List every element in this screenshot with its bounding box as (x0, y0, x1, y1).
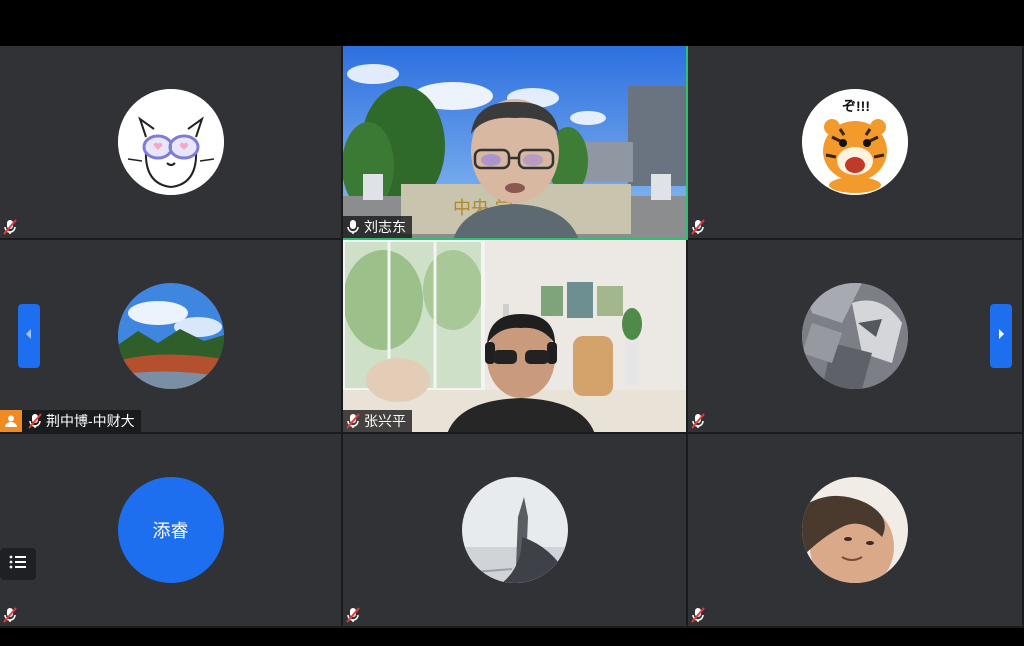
mic-muted-icon (345, 606, 361, 624)
nameplate: 张兴平 (343, 410, 412, 432)
participant-tile-5[interactable]: 张兴平 (343, 240, 688, 434)
participant-tile-2[interactable]: 中央 学 刘志东 (343, 46, 688, 240)
mic-muted-icon (690, 218, 706, 236)
next-page-button[interactable] (990, 304, 1012, 368)
participant-video (343, 240, 686, 432)
mic-muted-icon (690, 412, 706, 430)
misty-photo (461, 477, 568, 583)
mic-muted-icon (27, 412, 43, 430)
mic-on-icon (345, 218, 361, 236)
mic-muted-icon (2, 606, 18, 624)
anime-character-icon (802, 283, 908, 389)
participant-tile-1[interactable] (0, 46, 343, 240)
nameplate (0, 604, 24, 626)
nameplate: 荆中博-中财大 (0, 410, 141, 432)
participant-tile-3[interactable]: ぞ!!! (688, 46, 1024, 240)
nameplate (688, 410, 712, 432)
chevron-left-icon (24, 327, 34, 345)
text-avatar: 添睿 (117, 477, 224, 583)
participant-name: 荆中博-中财大 (46, 413, 135, 429)
landscape-photo (117, 283, 224, 389)
glasses-cat-icon (117, 89, 224, 195)
tiger-caption: ぞ!!! (842, 98, 870, 114)
mic-muted-icon (690, 606, 706, 624)
chevron-right-icon (996, 327, 1006, 345)
host-badge-icon (0, 410, 22, 432)
nameplate (0, 216, 24, 238)
participant-name: 刘志东 (364, 219, 406, 235)
participant-list-button[interactable] (0, 548, 36, 580)
nameplate (688, 216, 712, 238)
mic-muted-icon (2, 218, 18, 236)
nameplate: 刘志东 (343, 216, 412, 238)
meeting-window: 中央 学 刘志东 ぞ!!! 荆中博-中财大 张兴平 添睿 (0, 0, 1024, 646)
portrait-photo (802, 477, 908, 583)
tiger-icon: ぞ!!! (802, 89, 908, 195)
participant-name: 张兴平 (364, 413, 406, 429)
participant-tile-9[interactable] (688, 434, 1024, 628)
participant-tile-6[interactable] (688, 240, 1024, 434)
mic-muted-icon (345, 412, 361, 430)
participant-tile-4[interactable]: 荆中博-中财大 (0, 240, 343, 434)
participant-video: 中央 学 (343, 46, 686, 238)
participant-tile-7[interactable]: 添睿 (0, 434, 343, 628)
participant-tile-8[interactable] (343, 434, 688, 628)
nameplate (688, 604, 712, 626)
list-icon (9, 554, 27, 575)
previous-page-button[interactable] (18, 304, 40, 368)
video-grid: 中央 学 刘志东 ぞ!!! 荆中博-中财大 张兴平 添睿 (0, 46, 1024, 628)
nameplate (343, 604, 367, 626)
